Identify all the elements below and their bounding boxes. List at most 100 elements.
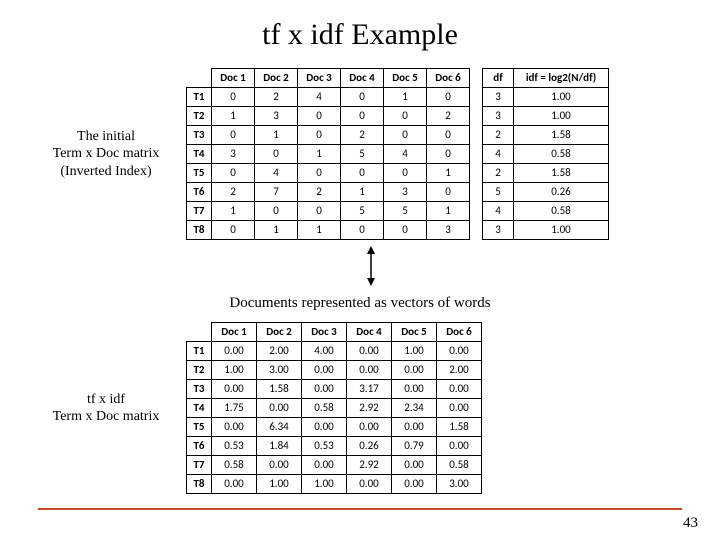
cell: 0.00: [212, 418, 257, 437]
cell: 4: [483, 202, 514, 221]
table-row: 50.26: [483, 183, 609, 202]
table-row: T10.002.004.000.001.000.00: [187, 342, 482, 361]
cell: 0: [341, 88, 384, 107]
cell: 0: [384, 126, 427, 145]
table-row: T4301540: [187, 145, 470, 164]
table-row: T41.750.000.582.922.340.00: [187, 399, 482, 418]
cell: 2: [212, 183, 255, 202]
table-row: 21.58: [483, 164, 609, 183]
row-label: T8: [187, 221, 212, 240]
table-row: T7100551: [187, 202, 470, 221]
cell: 1.58: [514, 126, 609, 145]
cell: 0.00: [392, 418, 437, 437]
cell: 2: [483, 126, 514, 145]
cell: 3: [212, 145, 255, 164]
column-header: Doc 2: [255, 69, 298, 88]
cell: 1.75: [212, 399, 257, 418]
cell: 0: [212, 164, 255, 183]
cell: 1: [212, 202, 255, 221]
cell: 1: [298, 145, 341, 164]
cell: 0.00: [392, 456, 437, 475]
cell: 0.00: [212, 475, 257, 494]
row-label: T4: [187, 145, 212, 164]
cell: 1: [298, 221, 341, 240]
cell: 0.00: [437, 380, 482, 399]
cell: 0: [341, 107, 384, 126]
cell: 2.00: [437, 361, 482, 380]
cell: 4: [483, 145, 514, 164]
cell: 3: [483, 107, 514, 126]
cell: 0: [427, 145, 470, 164]
row-label: T2: [187, 107, 212, 126]
cell: 1.58: [437, 418, 482, 437]
slide: tf x idf Example The initialTerm x Doc m…: [0, 0, 720, 540]
cell: 0.00: [437, 342, 482, 361]
cell: 4: [298, 88, 341, 107]
cell: 0.53: [302, 437, 347, 456]
cell: 0: [298, 202, 341, 221]
table-row: 31.00: [483, 107, 609, 126]
table-row: T1024010: [187, 88, 470, 107]
cell: 0: [255, 202, 298, 221]
cell: 1: [255, 126, 298, 145]
cell: 3: [483, 221, 514, 240]
cell: 0.26: [347, 437, 392, 456]
column-header: Doc 2: [257, 323, 302, 342]
cell: 0.00: [347, 475, 392, 494]
column-header: Doc 6: [437, 323, 482, 342]
cell: 2: [255, 88, 298, 107]
top-tables: Doc 1Doc 2Doc 3Doc 4Doc 5Doc 6T1024010T2…: [186, 68, 609, 240]
row-label: T4: [187, 399, 212, 418]
cell: 0.58: [437, 456, 482, 475]
cell: 2: [427, 107, 470, 126]
cell: 4: [255, 164, 298, 183]
cell: 1.84: [257, 437, 302, 456]
column-header: Doc 3: [298, 69, 341, 88]
cell: 1: [427, 164, 470, 183]
cell: 0.00: [437, 399, 482, 418]
cell: 0.00: [437, 437, 482, 456]
cell: 0: [212, 221, 255, 240]
caption-initial-matrix: The initialTerm x Doc matrix(Inverted In…: [26, 128, 186, 181]
double-arrow-icon: [364, 246, 378, 286]
bottom-row: tf x idfTerm x Doc matrix Doc 1Doc 2Doc …: [26, 322, 694, 494]
table-row: T80.001.001.000.000.003.00: [187, 475, 482, 494]
top-row: The initialTerm x Doc matrix(Inverted In…: [26, 68, 694, 240]
cell: 1.00: [514, 88, 609, 107]
row-label: T5: [187, 164, 212, 183]
page-title: tf x idf Example: [26, 18, 694, 52]
cell: 0.00: [392, 475, 437, 494]
row-label: T5: [187, 418, 212, 437]
row-label: T8: [187, 475, 212, 494]
cell: 1: [427, 202, 470, 221]
cell: 0.00: [302, 456, 347, 475]
table-row: 40.58: [483, 202, 609, 221]
column-header: Doc 4: [347, 323, 392, 342]
cell: 1.00: [514, 107, 609, 126]
cell: 5: [384, 202, 427, 221]
row-label: T6: [187, 183, 212, 202]
row-label: T6: [187, 437, 212, 456]
row-label: T7: [187, 456, 212, 475]
cell: 0.00: [347, 418, 392, 437]
cell: 2.92: [347, 399, 392, 418]
cell: 0: [341, 164, 384, 183]
cell: 1.58: [514, 164, 609, 183]
cell: 2: [298, 183, 341, 202]
cell: 1.00: [212, 361, 257, 380]
cell: 0: [298, 107, 341, 126]
table-term-doc-initial: Doc 1Doc 2Doc 3Doc 4Doc 5Doc 6T1024010T2…: [186, 68, 470, 240]
table-row: T21.003.000.000.000.002.00: [187, 361, 482, 380]
cell: 7: [255, 183, 298, 202]
cell: 0.00: [257, 399, 302, 418]
cell: 6.34: [257, 418, 302, 437]
cell: 5: [483, 183, 514, 202]
cell: 0.79: [392, 437, 437, 456]
cell: 1: [212, 107, 255, 126]
cell: 0: [298, 126, 341, 145]
cell: 1.00: [514, 221, 609, 240]
cell: 0.00: [257, 456, 302, 475]
table-row: 40.58: [483, 145, 609, 164]
table-row: 21.58: [483, 126, 609, 145]
cell: 0: [384, 107, 427, 126]
